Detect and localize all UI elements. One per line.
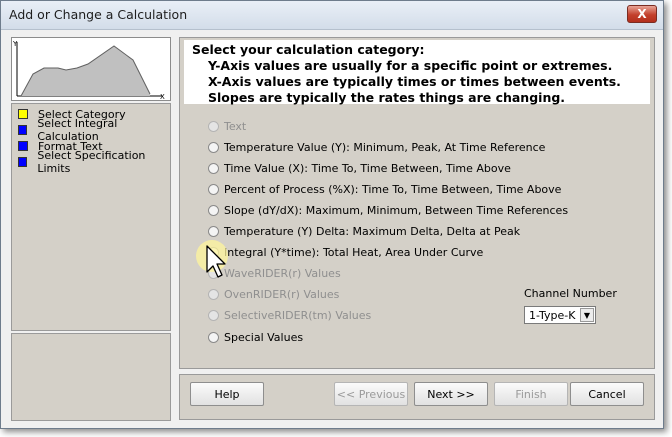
option-label: OvenRIDER(r) Values	[224, 287, 340, 301]
help-button[interactable]: Help	[190, 382, 264, 406]
step-blue-square-icon	[18, 125, 28, 135]
step-item-spec-limits: Select Specification Limits	[18, 149, 170, 175]
radio-button[interactable]	[208, 162, 219, 174]
button-bar: Help << Previous Next >> Finish Cancel	[179, 374, 655, 420]
option-label: Integral (Y*time): Total Heat, Area Unde…	[224, 245, 484, 259]
close-button[interactable]: X	[627, 5, 657, 23]
left-panel: Y X Select Category Select Integral Calc…	[11, 37, 171, 421]
cancel-button[interactable]: Cancel	[570, 382, 644, 406]
dropdown-arrow-icon[interactable]: ▼	[580, 308, 594, 322]
previous-button[interactable]: << Previous	[334, 382, 408, 406]
option-selectiverider[interactable]: SelectiveRIDER(tm) Values	[208, 306, 371, 324]
notes-panel	[11, 333, 171, 421]
option-percent-of-process[interactable]: Percent of Process (%X): Time To, Time B…	[208, 180, 561, 198]
finish-button[interactable]: Finish	[494, 382, 568, 406]
steps-list: Select Category Select Integral Calculat…	[11, 103, 171, 331]
option-label: Temperature (Y) Delta: Maximum Delta, De…	[224, 224, 521, 238]
channel-selected-value: 1-Type-K	[529, 309, 576, 322]
instruction-line: X-Axis values are typically times or tim…	[208, 74, 621, 89]
category-panel: Select your calculation category: Y-Axis…	[179, 37, 655, 369]
option-text[interactable]: Text	[208, 117, 246, 135]
y-axis-letter: Y	[12, 40, 18, 48]
radio-button[interactable]	[208, 141, 219, 153]
chart-thumbnail: Y X	[11, 37, 171, 101]
option-label: Percent of Process (%X): Time To, Time B…	[224, 182, 562, 196]
window-title: Add or Change a Calculation	[9, 7, 188, 22]
option-special-values[interactable]: Special Values	[208, 328, 303, 346]
next-button[interactable]: Next >>	[414, 382, 488, 406]
step-item-select-integral: Select Integral Calculation	[18, 117, 170, 143]
radio-button[interactable]	[208, 288, 219, 300]
radio-button[interactable]	[208, 204, 219, 216]
option-label: Text	[224, 119, 247, 133]
option-label: Temperature Value (Y): Minimum, Peak, At…	[224, 140, 546, 154]
radio-button[interactable]	[208, 309, 219, 321]
channel-number-label: Channel Number	[524, 287, 617, 300]
option-label: Time Value (X): Time To, Time Between, T…	[224, 161, 511, 175]
step-label: Select Specification Limits	[37, 149, 146, 175]
x-axis-letter: X	[160, 93, 165, 100]
mouse-pointer-icon	[196, 240, 228, 278]
option-label: Slope (dY/dX): Maximum, Minimum, Between…	[224, 203, 569, 217]
option-slope[interactable]: Slope (dY/dX): Maximum, Minimum, Between…	[208, 201, 568, 219]
option-label: Special Values	[224, 330, 304, 344]
channel-number-select[interactable]: 1-Type-K ▼	[524, 306, 596, 324]
radio-button[interactable]	[208, 120, 219, 132]
option-temperature-value[interactable]: Temperature Value (Y): Minimum, Peak, At…	[208, 138, 545, 156]
title-bar[interactable]: Add or Change a Calculation X	[1, 1, 663, 30]
option-label: WaveRIDER(r) Values	[224, 266, 341, 280]
option-time-value[interactable]: Time Value (X): Time To, Time Between, T…	[208, 159, 511, 177]
option-integral[interactable]: Integral (Y*time): Total Heat, Area Unde…	[208, 243, 483, 261]
option-label: SelectiveRIDER(tm) Values	[224, 308, 372, 322]
option-ovenrider[interactable]: OvenRIDER(r) Values	[208, 285, 339, 303]
radio-button[interactable]	[208, 225, 219, 237]
instruction-line: Y-Axis values are usually for a specific…	[208, 58, 613, 73]
instructions-title: Select your calculation category:	[192, 42, 425, 57]
radio-button[interactable]	[208, 183, 219, 195]
step-yellow-square-icon	[18, 109, 28, 119]
instruction-line: Slopes are typically the rates things ar…	[208, 90, 566, 105]
radio-button[interactable]	[208, 331, 219, 343]
option-temperature-delta[interactable]: Temperature (Y) Delta: Maximum Delta, De…	[208, 222, 520, 240]
step-blue-square-icon	[18, 157, 28, 167]
dialog-window: Add or Change a Calculation X Y X Select…	[0, 0, 664, 429]
instructions-box: Select your calculation category: Y-Axis…	[184, 40, 650, 105]
profile-graph-icon: Y X	[12, 40, 165, 101]
step-blue-square-icon	[18, 141, 28, 151]
